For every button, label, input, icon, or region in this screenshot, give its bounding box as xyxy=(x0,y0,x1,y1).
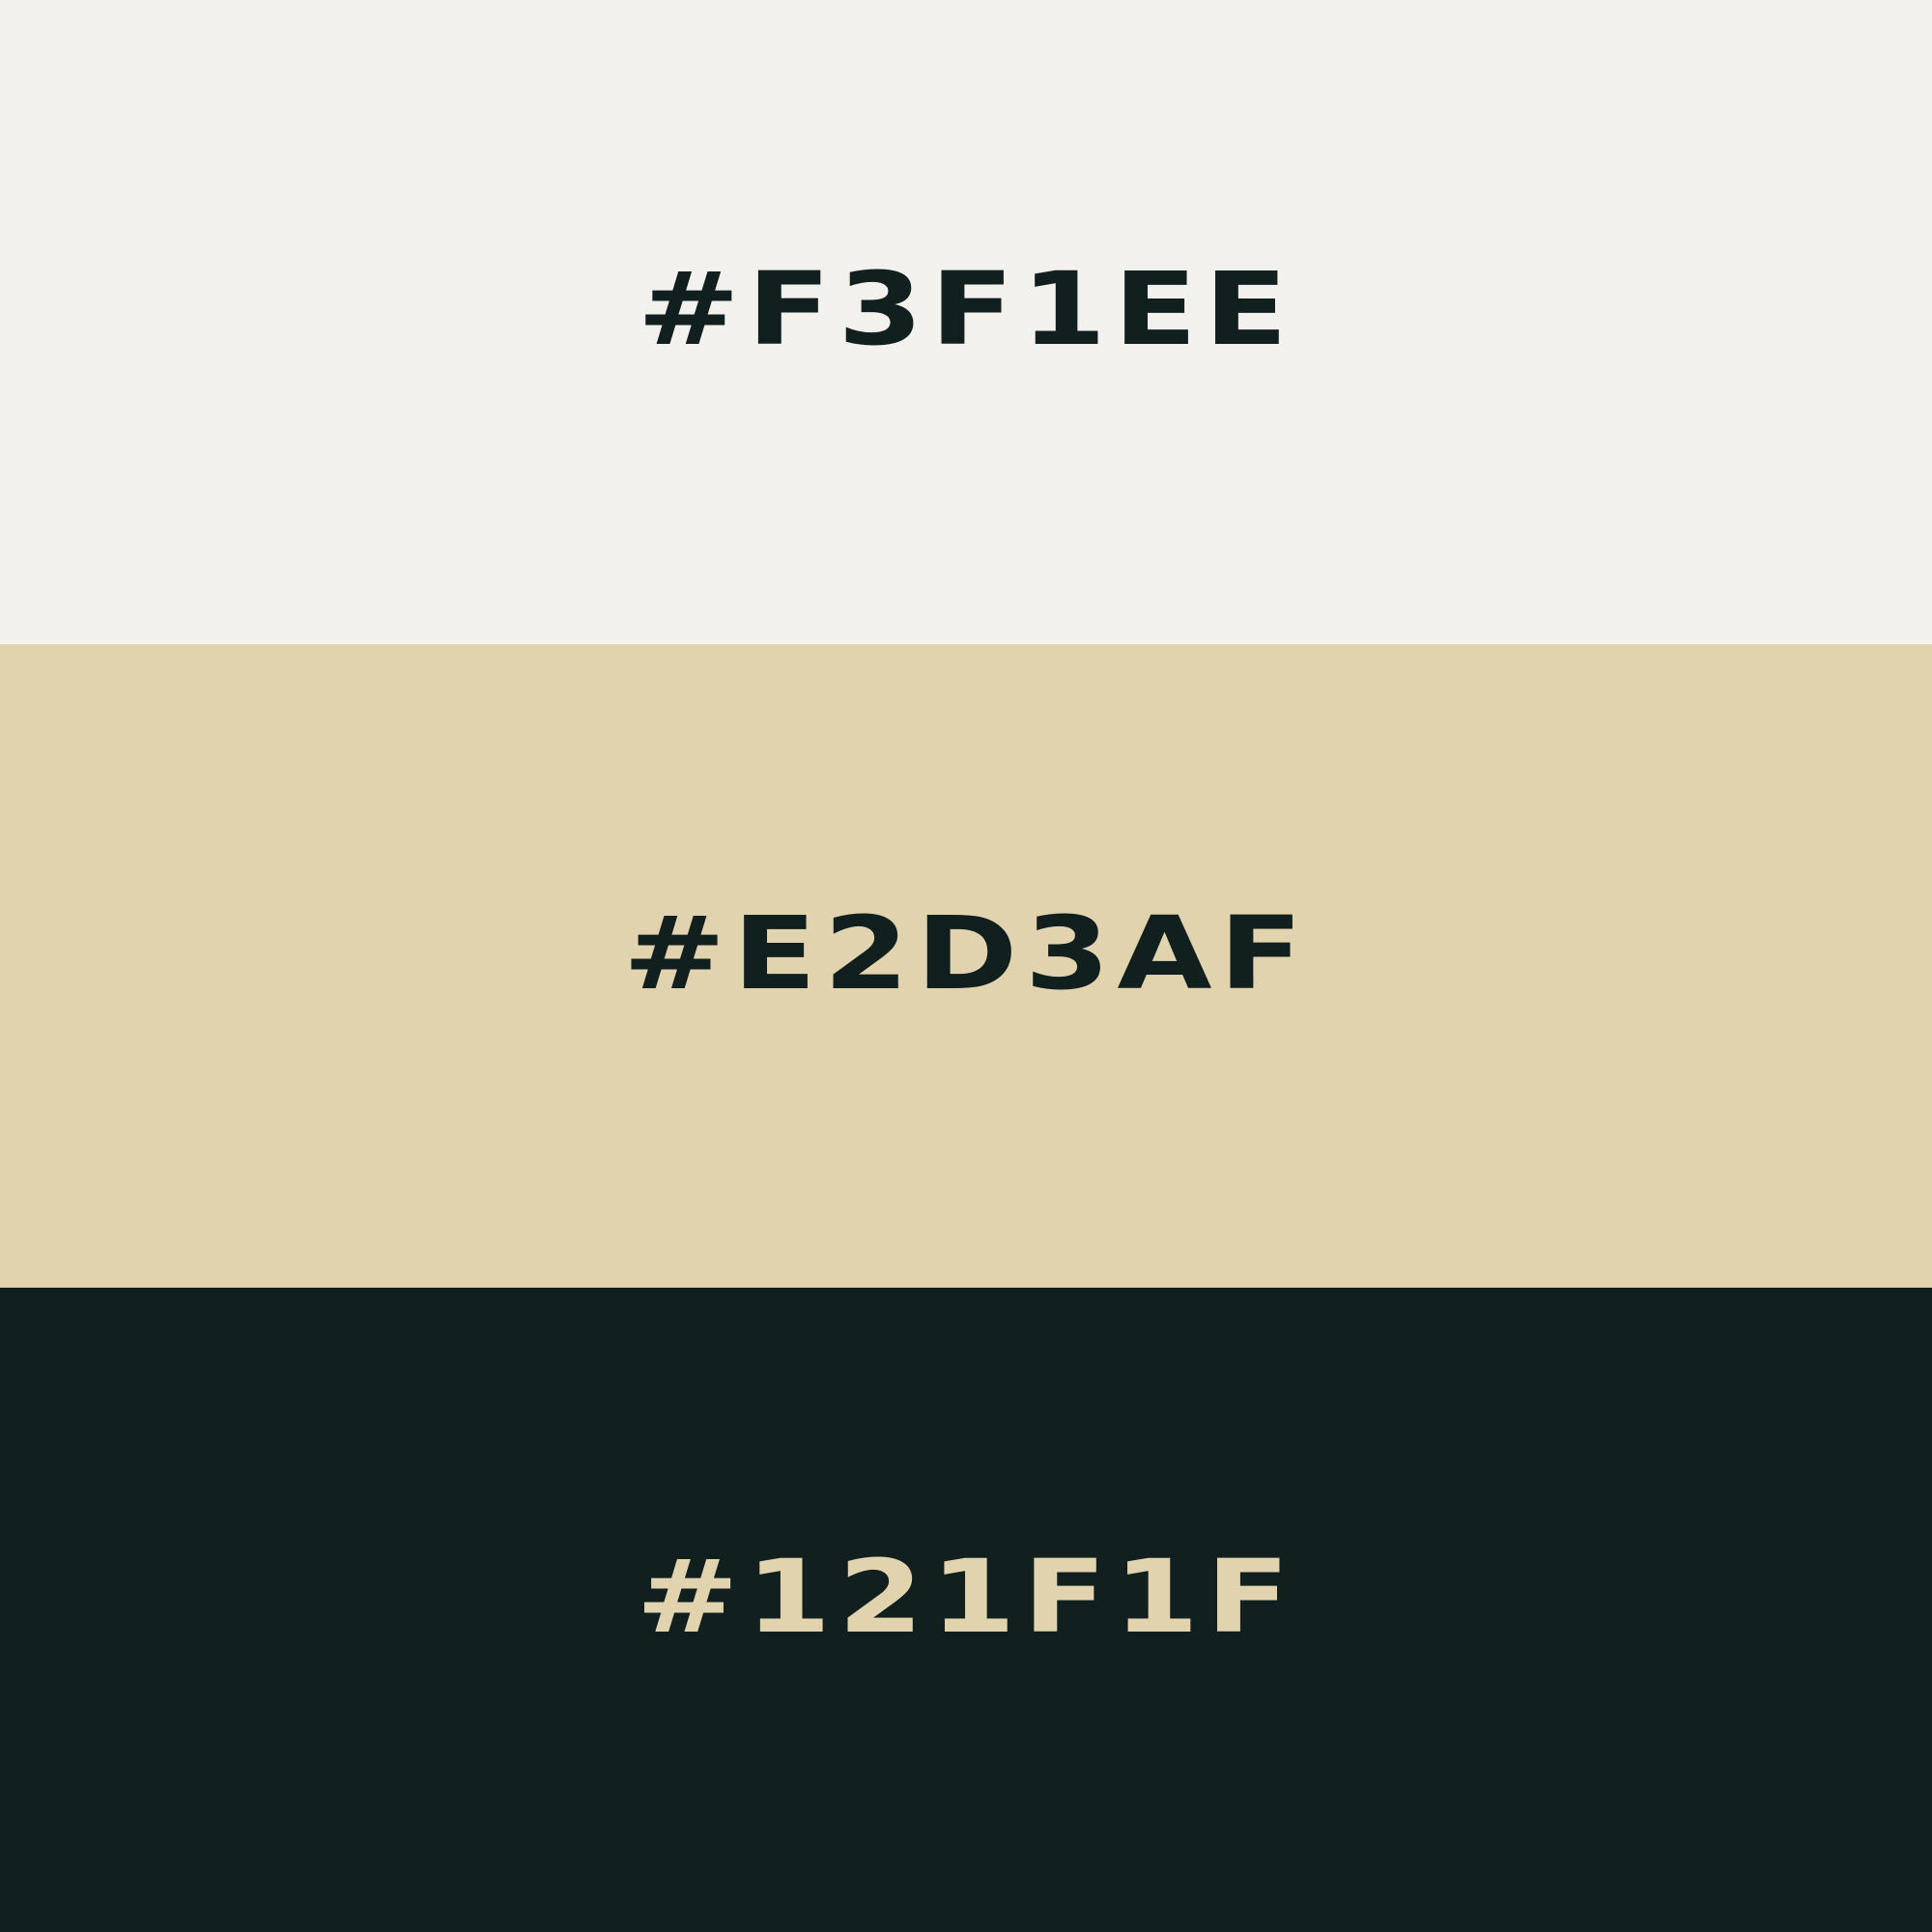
swatch-light: #F3F1EE xyxy=(0,0,1932,644)
swatch-hex-label: #121F1F xyxy=(635,1538,1297,1657)
swatch-beige: #E2D3AF xyxy=(0,643,1932,1289)
swatch-hex-label: #E2D3AF xyxy=(622,894,1310,1012)
swatch-dark: #121F1F xyxy=(0,1288,1932,1932)
color-palette: #F3F1EE #E2D3AF #121F1F xyxy=(0,0,1932,1932)
swatch-hex-label: #F3F1EE xyxy=(637,250,1295,368)
